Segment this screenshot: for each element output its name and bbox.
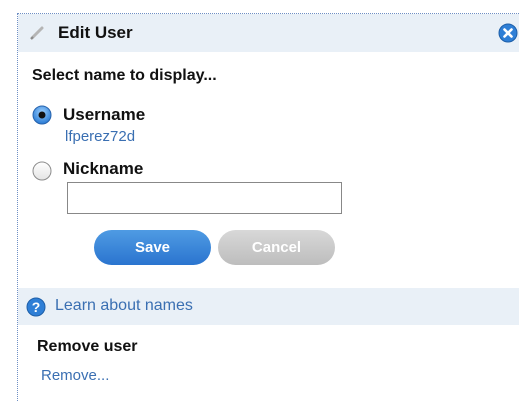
username-value: lfperez72d bbox=[65, 128, 136, 145]
remove-link[interactable]: Remove... bbox=[41, 367, 109, 384]
nickname-input[interactable] bbox=[67, 182, 342, 214]
help-bar: ? Learn about names bbox=[18, 288, 519, 325]
pencil-icon bbox=[30, 26, 44, 40]
nickname-radio[interactable] bbox=[32, 161, 52, 181]
edit-user-panel: Edit User Select name to display... User… bbox=[17, 13, 519, 401]
remove-user-heading: Remove user bbox=[37, 338, 138, 355]
select-name-prompt: Select name to display... bbox=[32, 67, 217, 84]
close-icon[interactable] bbox=[498, 23, 518, 43]
nickname-label: Nickname bbox=[63, 159, 144, 178]
panel-title: Edit User bbox=[58, 23, 133, 42]
panel-header: Edit User bbox=[18, 14, 519, 52]
username-radio[interactable] bbox=[32, 105, 52, 125]
learn-about-names-link[interactable]: Learn about names bbox=[55, 297, 193, 315]
help-icon: ? bbox=[26, 297, 46, 317]
cancel-button[interactable]: Cancel bbox=[218, 230, 335, 265]
save-button[interactable]: Save bbox=[94, 230, 211, 265]
username-label: Username bbox=[63, 105, 146, 124]
svg-text:?: ? bbox=[32, 299, 41, 315]
